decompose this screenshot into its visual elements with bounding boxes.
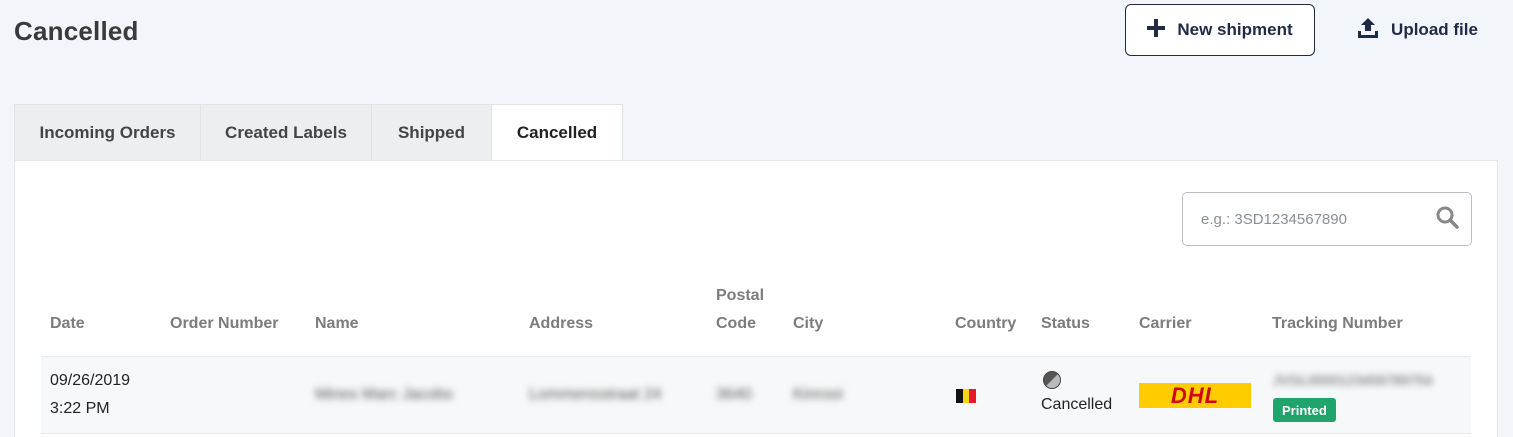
- tab-cancelled[interactable]: Cancelled: [491, 104, 623, 161]
- header-tracking-number[interactable]: Tracking Number: [1272, 310, 1403, 338]
- upload-file-label: Upload file: [1391, 20, 1478, 39]
- dhl-logo: DHL: [1139, 383, 1251, 408]
- header-date[interactable]: Date: [50, 310, 85, 338]
- tab-created-labels[interactable]: Created Labels: [200, 104, 372, 160]
- row-city: Kinrooi: [793, 386, 843, 403]
- row-address: Lommensstraat 24: [529, 386, 662, 403]
- upload-icon: [1357, 17, 1379, 44]
- row-time-value: 3:22 PM: [50, 400, 110, 417]
- tab-label: Created Labels: [225, 122, 347, 142]
- header-country[interactable]: Country: [955, 310, 1016, 338]
- tab-label: Cancelled: [516, 123, 598, 142]
- orders-panel: Date Order Number Name Address Postal Co…: [14, 160, 1498, 437]
- header-address[interactable]: Address: [529, 310, 593, 338]
- header-carrier[interactable]: Carrier: [1139, 310, 1191, 338]
- header-postal-code[interactable]: Postal Code: [716, 282, 764, 338]
- cancelled-status-icon: [1043, 371, 1061, 389]
- row-tracking-number[interactable]: JVGL0000123456789754: [1273, 366, 1433, 394]
- row-date: 09/26/2019 3:22 PM: [50, 367, 130, 423]
- tab-shipped[interactable]: Shipped: [371, 104, 492, 160]
- new-shipment-button[interactable]: New shipment: [1125, 4, 1315, 56]
- row-postal-code: 3640: [716, 386, 752, 403]
- header-city[interactable]: City: [793, 310, 823, 338]
- header-name[interactable]: Name: [315, 310, 359, 338]
- tab-label: Shipped: [397, 122, 466, 142]
- header-order-number[interactable]: Order Number: [170, 310, 278, 338]
- header-status[interactable]: Status: [1041, 310, 1090, 338]
- page-title: Cancelled: [14, 16, 139, 46]
- search-box: [1182, 192, 1472, 246]
- header-postal-line2: Code: [716, 315, 756, 332]
- upload-file-button[interactable]: Upload file: [1345, 4, 1490, 56]
- row-date-value: 09/26/2019: [50, 372, 131, 389]
- header-postal-line1: Postal: [716, 287, 765, 304]
- plus-icon: [1147, 18, 1166, 42]
- dhl-logo-text: DHL: [1170, 383, 1220, 408]
- belgium-flag-icon: [956, 389, 977, 403]
- tab-incoming-orders[interactable]: Incoming Orders: [14, 104, 201, 160]
- tab-label: Incoming Orders: [39, 122, 176, 142]
- row-name: Mines Marc Jacobs: [315, 386, 453, 403]
- table-row[interactable]: [41, 357, 1471, 434]
- row-status: Cancelled: [1041, 396, 1113, 413]
- new-shipment-label: New shipment: [1177, 20, 1293, 39]
- search-input[interactable]: [1199, 209, 1435, 229]
- printed-badge: Printed: [1273, 398, 1336, 422]
- tab-bar: Incoming Orders Created Labels Shipped C…: [14, 104, 623, 161]
- search-icon[interactable]: [1435, 205, 1459, 234]
